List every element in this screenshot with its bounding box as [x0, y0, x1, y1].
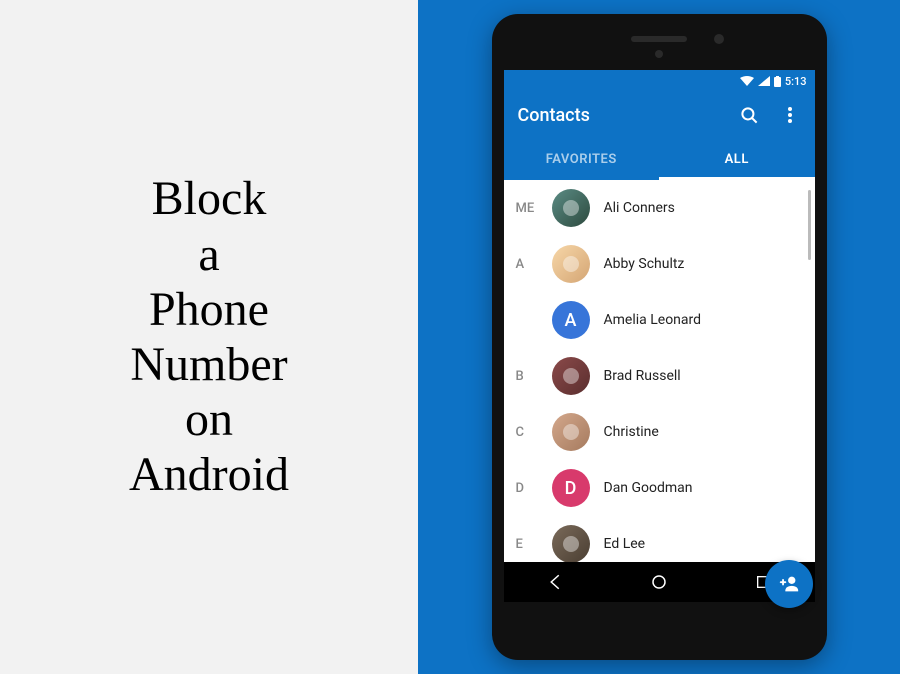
nav-back-icon[interactable]: [544, 571, 566, 593]
status-time: 5:13: [785, 75, 807, 88]
tab-all-label: ALL: [725, 152, 749, 167]
avatar-letter: D: [552, 469, 590, 507]
headline-line: Block: [129, 171, 289, 226]
tab-all[interactable]: ALL: [659, 138, 815, 180]
avatar-photo: [552, 525, 590, 562]
section-label: E: [516, 537, 552, 552]
phone-speaker: [631, 36, 687, 42]
avatar-photo: [552, 245, 590, 283]
section-label: D: [516, 481, 552, 496]
scroll-indicator[interactable]: [808, 190, 811, 260]
add-contact-fab[interactable]: [765, 560, 813, 602]
phone-camera: [714, 34, 724, 44]
section-label: ME: [516, 201, 552, 216]
avatar-letter: A: [552, 301, 590, 339]
phone-screen: 5:13 Contacts FAVORITES ALL: [504, 70, 815, 602]
contact-name: Ed Lee: [604, 536, 646, 552]
headline-line: Number: [129, 337, 289, 392]
headline-text: Block a Phone Number on Android: [129, 171, 289, 502]
status-bar: 5:13: [504, 70, 815, 92]
contact-row[interactable]: C Christine: [504, 404, 815, 460]
avatar-photo: [552, 189, 590, 227]
tab-favorites[interactable]: FAVORITES: [504, 138, 660, 180]
app-title: Contacts: [518, 105, 721, 126]
section-label: B: [516, 369, 552, 384]
contact-name: Amelia Leonard: [604, 312, 702, 328]
section-label: C: [516, 425, 552, 440]
section-label: A: [516, 257, 552, 272]
search-icon[interactable]: [739, 104, 761, 126]
right-panel: 5:13 Contacts FAVORITES ALL: [418, 0, 900, 674]
wifi-icon: [740, 76, 754, 86]
headline-line: on: [129, 392, 289, 447]
headline-line: Android: [129, 447, 289, 502]
contact-name: Abby Schultz: [604, 256, 685, 272]
avatar-photo: [552, 413, 590, 451]
left-panel: Block a Phone Number on Android: [0, 0, 418, 674]
tab-favorites-label: FAVORITES: [546, 152, 617, 167]
contacts-list[interactable]: ME Ali Conners A Abby Schultz A Amelia Leonar…: [504, 180, 815, 562]
battery-icon: [774, 76, 781, 87]
headline-line: a: [129, 227, 289, 282]
contact-name: Ali Conners: [604, 200, 675, 216]
contact-row[interactable]: E Ed Lee: [504, 516, 815, 562]
overflow-menu-icon[interactable]: [779, 104, 801, 126]
contact-row[interactable]: DD Dan Goodman: [504, 460, 815, 516]
nav-home-icon[interactable]: [648, 571, 670, 593]
app-bar: Contacts: [504, 92, 815, 138]
signal-icon: [758, 76, 770, 86]
contact-row[interactable]: ME Ali Conners: [504, 180, 815, 236]
contact-row[interactable]: B Brad Russell: [504, 348, 815, 404]
contact-row[interactable]: A Abby Schultz: [504, 236, 815, 292]
contact-name: Christine: [604, 424, 659, 440]
tabs: FAVORITES ALL: [504, 138, 815, 180]
contact-row[interactable]: A Amelia Leonard: [504, 292, 815, 348]
phone-frame: 5:13 Contacts FAVORITES ALL: [492, 14, 827, 660]
headline-line: Phone: [129, 282, 289, 337]
contact-name: Dan Goodman: [604, 480, 693, 496]
contact-name: Brad Russell: [604, 368, 681, 384]
phone-sensor: [655, 50, 663, 58]
avatar-photo: [552, 357, 590, 395]
